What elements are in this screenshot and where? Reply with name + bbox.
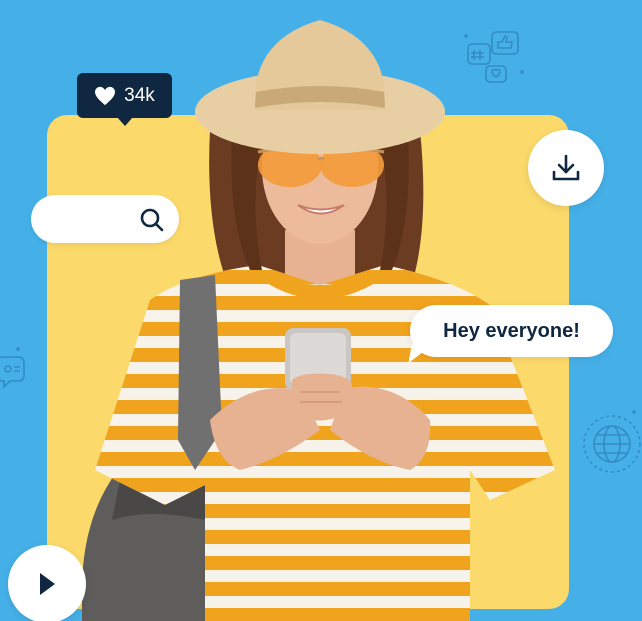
speech-text: Hey everyone! [443, 319, 580, 342]
like-count: 34k [124, 84, 155, 106]
play-button[interactable] [8, 545, 86, 621]
search-icon[interactable] [139, 207, 165, 233]
download-button[interactable] [528, 130, 604, 206]
heart-icon [95, 86, 116, 105]
speech-bubble: Hey everyone! [410, 305, 613, 357]
straw-hat [195, 20, 445, 154]
hero-scene: 34k Hey everyone! [0, 0, 642, 621]
play-icon [40, 573, 55, 595]
like-count-tooltip: 34k [77, 73, 172, 126]
download-icon [552, 154, 580, 181]
search-input[interactable] [31, 195, 179, 243]
